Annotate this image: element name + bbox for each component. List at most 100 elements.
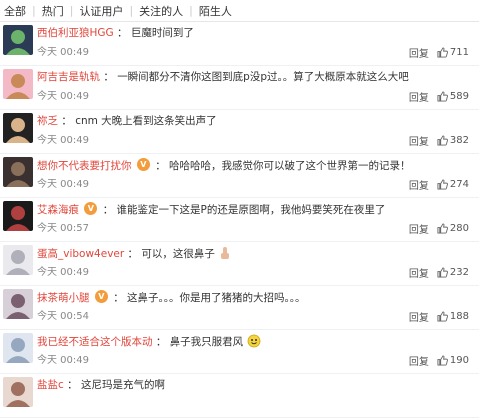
like-count: 188 xyxy=(449,311,469,322)
colon-separator: ： xyxy=(113,292,124,304)
colon-separator: ： xyxy=(155,160,166,172)
like-button[interactable]: 190 xyxy=(437,355,469,366)
like-button[interactable]: 232 xyxy=(437,267,469,278)
colon-separator: ： xyxy=(127,248,139,260)
username-link[interactable]: 盐盐c xyxy=(37,379,64,391)
like-button[interactable]: 382 xyxy=(437,135,469,146)
filter-hot[interactable]: 热门 xyxy=(42,3,64,19)
like-button[interactable]: 188 xyxy=(437,311,469,322)
comment-time: 今天 00:49 xyxy=(37,179,89,190)
like-count: 274 xyxy=(449,179,469,190)
comment-text: 这鼻子。。。你是用了猪猪的大招吗。。。 xyxy=(127,292,306,304)
comment-item: 抹茶萌小腿 ： 这鼻子。。。你是用了猪猪的大招吗。。。 今天 00:54 回复 … xyxy=(0,286,479,330)
comment-item: 想你不代表要打扰你 ： 哈哈哈哈，我感觉你可以破了这个世界第一的记录！ 今天 0… xyxy=(0,154,479,198)
username-link[interactable]: 想你不代表要打扰你 xyxy=(37,160,132,172)
comment-list: 西伯利亚狼HGG ： 巨魔时间到了 今天 00:49 回复 711 阿吉吉是轨轨… xyxy=(0,22,479,418)
username-link[interactable]: 我已经不适合这个版本动 xyxy=(37,336,153,348)
reply-button[interactable]: 回复 xyxy=(409,133,429,148)
like-count: 382 xyxy=(449,135,469,146)
comment-actions: 回复 382 xyxy=(409,133,469,148)
filter-divider: | xyxy=(69,4,74,17)
reply-button[interactable]: 回复 xyxy=(409,45,429,60)
comment-item: 我已经不适合这个版本动 ： 鼻子我只服君风 今天 00:49 回复 190 xyxy=(0,330,479,374)
filter-strangers[interactable]: 陌生人 xyxy=(199,3,232,19)
reply-button[interactable]: 回复 xyxy=(409,177,429,192)
avatar[interactable] xyxy=(3,201,33,231)
comment-actions: 回复 190 xyxy=(409,353,469,368)
comment-time: 今天 00:49 xyxy=(37,355,89,366)
comment-text: 鼻子我只服君风 xyxy=(169,336,244,348)
like-count: 190 xyxy=(449,355,469,366)
filter-all[interactable]: 全部 xyxy=(4,3,26,19)
like-button[interactable]: 589 xyxy=(437,91,469,102)
avatar[interactable] xyxy=(3,25,33,55)
comment-time: 今天 00:49 xyxy=(37,91,89,102)
reply-button[interactable]: 回复 xyxy=(409,265,429,280)
reply-button[interactable]: 回复 xyxy=(409,353,429,368)
avatar[interactable] xyxy=(3,377,33,407)
filter-following[interactable]: 关注的人 xyxy=(139,3,183,19)
colon-separator: ： xyxy=(67,379,78,391)
comment-item: 盐盐c ： 这尼玛是充气的啊 回复 xyxy=(0,374,479,418)
avatar[interactable] xyxy=(3,333,33,363)
avatar[interactable] xyxy=(3,69,33,99)
comment-text: cnm 大晚上看到这条笑出声了 xyxy=(75,115,217,127)
username-link[interactable]: 祢乏 xyxy=(37,115,58,127)
comment-actions: 回复 274 xyxy=(409,177,469,192)
filter-divider: | xyxy=(32,4,36,17)
comment-time: 今天 00:49 xyxy=(37,135,89,146)
comment-time: 今天 00:57 xyxy=(37,223,89,234)
comment-line: 阿吉吉是轨轨 ： 一瞬间都分不清你这图到底p没p过。。算了大概原本就这么大吧 xyxy=(37,70,475,84)
like-count: 280 xyxy=(449,223,469,234)
comment-actions: 回复 711 xyxy=(409,45,469,60)
comment-actions: 回复 188 xyxy=(409,309,469,324)
comment-time: 今天 00:49 xyxy=(37,47,89,58)
thumbs-up-icon xyxy=(437,311,448,322)
reply-button[interactable]: 回复 xyxy=(409,89,429,104)
comment-time: 今天 00:54 xyxy=(37,311,89,322)
avatar[interactable] xyxy=(3,245,33,275)
thumbs-up-icon xyxy=(437,267,448,278)
username-link[interactable]: 西伯利亚狼HGG xyxy=(37,27,114,39)
colon-separator: ： xyxy=(117,27,128,39)
avatar[interactable] xyxy=(3,157,33,187)
username-link[interactable]: 蛋高_vibow4ever xyxy=(37,248,124,260)
colon-separator: ： xyxy=(155,336,167,348)
filter-divider: | xyxy=(189,4,193,17)
thumbs-up-icon xyxy=(437,179,448,190)
username-link[interactable]: 艾森海痕 xyxy=(37,204,79,216)
comment-line: 蛋高_vibow4ever ： 可以，这很鼻子 xyxy=(37,246,475,261)
thumb-emoji-icon xyxy=(221,247,230,259)
like-button[interactable]: 274 xyxy=(437,179,469,190)
username-link[interactable]: 阿吉吉是轨轨 xyxy=(37,71,100,83)
comment-item: 艾森海痕 ： 谁能鉴定一下这是P的还是原图啊，我他妈要笑死在夜里了 今天 00:… xyxy=(0,198,479,242)
vip-badge-icon xyxy=(136,158,150,171)
thumbs-up-icon xyxy=(437,355,448,366)
like-count: 711 xyxy=(449,47,469,58)
like-button[interactable]: 711 xyxy=(437,47,469,58)
comment-line: 盐盐c ： 这尼玛是充气的啊 xyxy=(37,378,475,392)
comment-line: 抹茶萌小腿 ： 这鼻子。。。你是用了猪猪的大招吗。。。 xyxy=(37,290,475,305)
username-link[interactable]: 抹茶萌小腿 xyxy=(37,292,90,304)
thumbs-up-icon xyxy=(437,91,448,102)
avatar[interactable] xyxy=(3,113,33,143)
comment-line: 艾森海痕 ： 谁能鉴定一下这是P的还是原图啊，我他妈要笑死在夜里了 xyxy=(37,202,475,217)
comment-text: 巨魔时间到了 xyxy=(130,27,194,39)
thumbs-up-icon xyxy=(437,135,448,146)
filter-verified[interactable]: 认证用户 xyxy=(79,3,123,19)
reply-button[interactable]: 回复 xyxy=(409,221,429,236)
thumbs-up-icon xyxy=(437,47,448,58)
smile-emoji-icon xyxy=(247,334,260,348)
comment-text: 谁能鉴定一下这是P的还是原图啊，我他妈要笑死在夜里了 xyxy=(116,204,386,216)
colon-separator: ： xyxy=(61,115,72,127)
comment-actions: 回复 589 xyxy=(409,89,469,104)
avatar[interactable] xyxy=(3,289,33,319)
comment-filter-bar: 全部 | 热门 | 认证用户 | 关注的人 | 陌生人 xyxy=(0,0,479,22)
thumbs-up-icon xyxy=(437,223,448,234)
comment-text: 一瞬间都分不清你这图到底p没p过。。算了大概原本就这么大吧 xyxy=(117,71,409,83)
filter-divider: | xyxy=(129,4,134,17)
reply-button[interactable]: 回复 xyxy=(409,309,429,324)
comment-item: 祢乏 ： cnm 大晚上看到这条笑出声了 今天 00:49 回复 382 xyxy=(0,110,479,154)
like-count: 589 xyxy=(449,91,469,102)
like-button[interactable]: 280 xyxy=(437,223,469,234)
